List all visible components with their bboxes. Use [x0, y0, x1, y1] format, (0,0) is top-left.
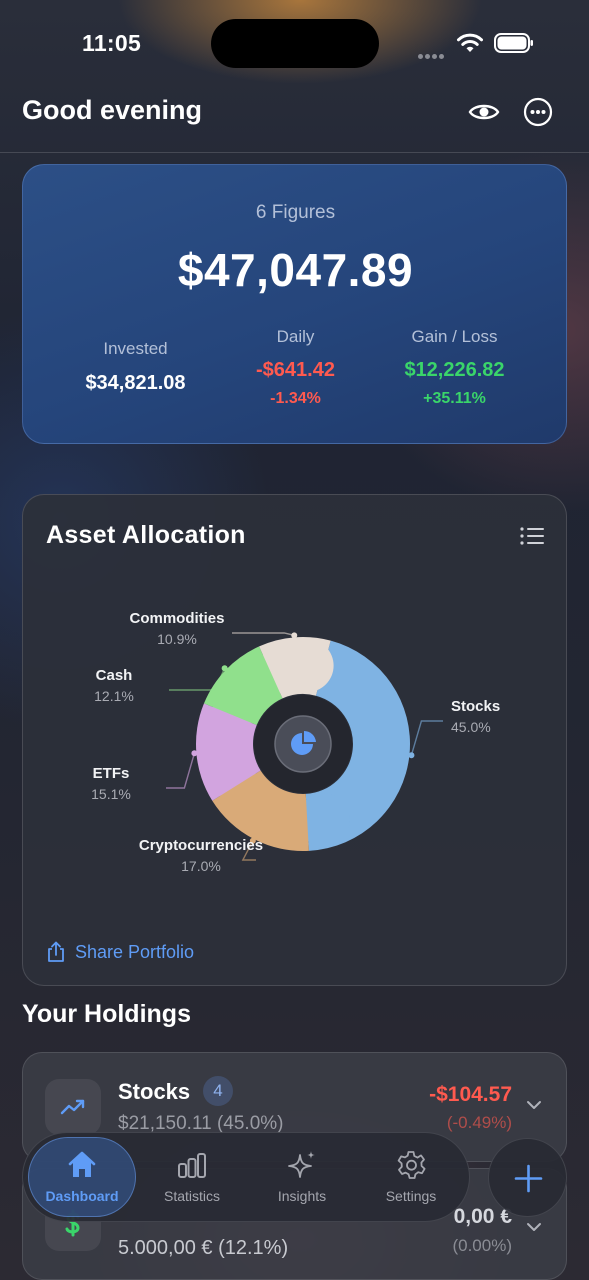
tab-settings[interactable]: Settings: [357, 1133, 465, 1223]
list-icon[interactable]: [518, 524, 546, 548]
portfolio-summary-card[interactable]: 6 Figures $47,047.89 Invested $34,821.08…: [22, 164, 567, 444]
leader-dot: [221, 665, 228, 672]
tab-insights[interactable]: Insights: [248, 1133, 356, 1223]
trend-up-icon: [60, 1099, 85, 1115]
wifi-icon: [457, 33, 483, 52]
holding-change: -$104.57: [429, 1083, 512, 1106]
leader-dot: [191, 750, 198, 757]
dynamic-island: [211, 19, 379, 68]
portfolio-subtitle: 6 Figures: [255, 202, 336, 223]
plus-icon: [514, 1164, 543, 1193]
slice-percent-label: 12.1%: [94, 688, 134, 704]
holding-change-percent: (0.00%): [452, 1236, 512, 1255]
share-portfolio-button[interactable]: Share Portfolio: [46, 941, 194, 963]
leader-line: [166, 753, 196, 789]
slice-name-label: Stocks: [451, 698, 500, 715]
gain-loss-value: $12,226.82: [404, 359, 505, 381]
daily-percent: -1.34%: [270, 390, 321, 407]
slice-name-label: Commodities: [129, 610, 224, 627]
cellular-signal-icon: [418, 46, 448, 59]
holding-count-badge: 4: [203, 1076, 233, 1106]
chevron-down-icon[interactable]: [524, 1095, 544, 1115]
tab-statistics[interactable]: Statistics: [138, 1133, 246, 1223]
invested-value: $34,821.08: [85, 372, 186, 394]
slice-percent-label: 45.0%: [451, 719, 491, 735]
invested-column: Invested $34,821.08: [45, 339, 226, 395]
slice-percent-label: 17.0%: [181, 858, 221, 874]
status-time: 11:05: [82, 30, 142, 56]
allocation-title: Asset Allocation: [46, 521, 246, 549]
holding-name: Stocks: [118, 1079, 191, 1104]
slice-percent-label: 15.1%: [91, 786, 131, 802]
bar-chart-icon: [178, 1153, 206, 1178]
asset-allocation-card: Stocks 45.0% Cryptocurrencies 17.0% ETFs 15.1…: [22, 494, 567, 986]
sparkles-icon: [288, 1151, 315, 1178]
daily-value: -$641.42: [256, 359, 335, 381]
leader-line: [169, 667, 226, 691]
add-holding-button[interactable]: [488, 1138, 567, 1217]
share-portfolio-label: Share Portfolio: [75, 941, 195, 962]
holding-icon-box: [45, 1079, 101, 1135]
more-options-icon[interactable]: [522, 96, 554, 128]
leader-dot: [408, 752, 415, 759]
eye-icon[interactable]: [468, 96, 500, 128]
holding-change-percent: (-0.49%): [446, 1113, 512, 1132]
invested-label: Invested: [103, 339, 168, 358]
daily-column: Daily -$641.42 -1.34%: [205, 327, 386, 408]
tab-label: Dashboard: [45, 1188, 119, 1204]
portfolio-total: $47,047.89: [177, 244, 414, 296]
greeting-title: Good evening: [22, 95, 203, 125]
home-icon: [68, 1151, 96, 1177]
share-icon: [48, 941, 64, 962]
slice-percent-label: 10.9%: [157, 631, 197, 647]
gain-loss-column: Gain / Loss $12,226.82 +35.11%: [364, 327, 545, 408]
tab-label: Insights: [277, 1188, 327, 1204]
header-divider: [0, 152, 589, 153]
leader-dot: [291, 632, 298, 639]
allocation-donut-chart[interactable]: Stocks 45.0% Cryptocurrencies 17.0% ETFs 15.1…: [23, 495, 568, 987]
leader-line: [232, 632, 295, 637]
gear-icon: [397, 1151, 426, 1179]
chevron-down-icon[interactable]: [524, 1217, 544, 1237]
slice-name-label: Cryptocurrencies: [139, 837, 263, 854]
tab-dashboard[interactable]: Dashboard: [28, 1133, 136, 1223]
donut-slice-cap: [280, 639, 334, 693]
slice-name-label: Cash: [96, 667, 133, 684]
tab-bar: Dashboard Statistics Insights Settings: [22, 1132, 470, 1222]
gain-loss-percent: +35.11%: [423, 390, 486, 407]
gain-loss-label: Gain / Loss: [411, 327, 498, 346]
leader-line: [410, 720, 443, 756]
daily-label: Daily: [276, 327, 315, 346]
battery-icon: [494, 33, 533, 53]
tab-label: Statistics: [163, 1188, 220, 1204]
tab-label: Settings: [385, 1188, 437, 1204]
holdings-title: Your Holdings: [22, 1000, 191, 1028]
holding-value: 5.000,00 € (12.1%): [118, 1237, 289, 1259]
slice-name-label: ETFs: [93, 765, 130, 782]
